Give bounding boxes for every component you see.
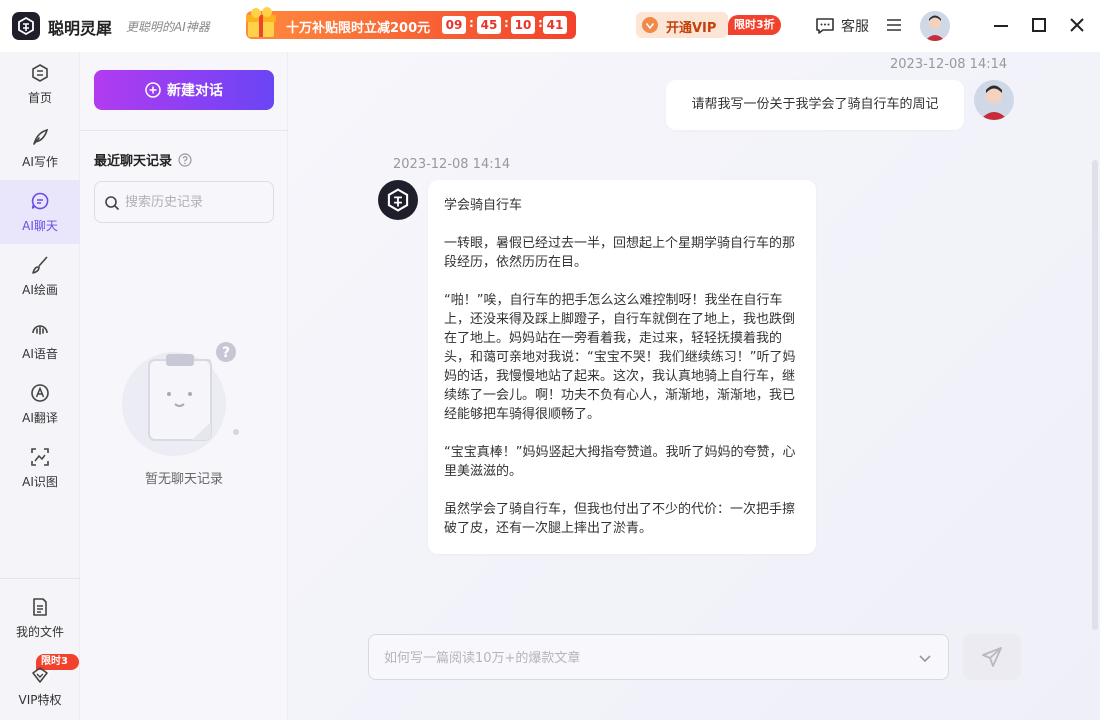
assistant-avatar: [378, 180, 418, 220]
nav-item-label: AI聊天: [22, 218, 58, 233]
nav-item-label: AI翻译: [22, 410, 58, 425]
timer-separator: :: [469, 16, 474, 30]
nav-item-vip[interactable]: VIP特权: [0, 656, 80, 716]
chat-service-icon: [816, 18, 834, 34]
feather-pen-icon: [33, 128, 49, 145]
user-message-bubble: 请帮我写一份关于我学会了骑自行车的周记: [666, 80, 964, 130]
history-panel: 新建对话 最近聊天记录 ? 暂无聊天记录: [80, 52, 288, 720]
vip-label: 开通VIP: [666, 21, 717, 36]
message-timestamp: 2023-12-08 14:14: [890, 57, 1008, 72]
new-chat-button[interactable]: 新建对话: [94, 70, 274, 110]
left-nav: 首页 AI写作 AI聊天 AI绘画 AI语音 AI翻译 AI识图 我的文件 限时…: [0, 52, 80, 720]
message-paragraph: 学会骑自行车: [444, 198, 523, 213]
chat-scrollbar[interactable]: [1092, 160, 1098, 630]
customer-service-button[interactable]: 客服: [815, 15, 869, 37]
user-avatar[interactable]: [920, 11, 950, 41]
history-title-text: 最近聊天记录: [94, 154, 173, 169]
nav-item-ai-translate[interactable]: AI翻译: [0, 372, 80, 436]
image-scan-icon: [31, 447, 49, 466]
title-bar: 聪明灵犀 更聪明的AI神器 十万补贴限时立减200元 09 : 45 : 10 …: [0, 0, 1100, 52]
home-icon: [32, 63, 48, 82]
timer-seconds: 10: [511, 16, 535, 34]
menu-icon[interactable]: [886, 18, 902, 32]
paint-brush-icon: [32, 255, 48, 274]
history-divider: [80, 130, 288, 131]
message-paragraph: “宝宝真棒！”妈妈竖起大拇指夸赞道。我听了妈妈的夸赞，心里美滋滋的。: [444, 445, 796, 479]
customer-service-label: 客服: [841, 19, 869, 35]
chat-bubble-icon: [31, 192, 49, 209]
maximize-icon[interactable]: [1028, 14, 1050, 36]
message-paragraph: “啪！”唉，自行车的把手怎么这么难控制呀！我坐在自行车上，还没来得及踩上脚蹬子，…: [444, 293, 796, 422]
timer-minutes: 45: [477, 16, 501, 34]
open-vip-button[interactable]: 开通VIP: [636, 12, 728, 38]
empty-clipboard-icon: ?: [122, 342, 239, 456]
vip-heart-icon: [642, 17, 658, 33]
plus-circle-icon: [145, 82, 161, 98]
nav-item-label: AI写作: [22, 154, 58, 169]
nav-item-label: AI绘画: [22, 282, 58, 297]
app-logo-icon: [12, 12, 40, 40]
nav-item-ai-painting[interactable]: AI绘画: [0, 244, 80, 308]
svg-text:?: ?: [222, 345, 230, 361]
history-search-input[interactable]: [125, 192, 265, 212]
close-icon[interactable]: [1066, 14, 1088, 36]
timer-centiseconds: 41: [543, 16, 567, 34]
nav-item-label: AI语音: [22, 346, 58, 361]
nav-divider: [0, 578, 80, 579]
nav-item-home[interactable]: 首页: [0, 52, 80, 116]
promo-text: 十万补贴限时立减200元: [286, 21, 431, 36]
timer-separator: :: [504, 16, 509, 30]
message-timestamp: 2023-12-08 14:14: [393, 157, 511, 172]
app-logo-icon: [387, 188, 409, 212]
vip-discount-badge: 限时3折: [728, 15, 781, 35]
nav-item-label: VIP特权: [18, 692, 62, 707]
assistant-message-bubble: 学会骑自行车 一转眼，暑假已经过去一半，回想起上个星期学骑自行车的那段经历，依然…: [428, 180, 816, 554]
message-paragraph: 虽然学会了骑自行车，但我也付出了不少的代价：一次把手擦破了皮，还有一次腿上摔出了…: [444, 502, 796, 536]
nav-item-ai-writing[interactable]: AI写作: [0, 116, 80, 180]
history-title: 最近聊天记录: [94, 150, 192, 169]
gift-icon: [246, 7, 276, 37]
file-icon: [33, 597, 47, 616]
translate-icon: [31, 383, 49, 402]
nav-item-ai-chat[interactable]: AI聊天: [0, 180, 80, 244]
chat-input-box[interactable]: [368, 634, 949, 680]
nav-item-label: 首页: [27, 90, 52, 105]
minimize-icon[interactable]: [990, 14, 1012, 36]
nav-item-label: AI识图: [22, 474, 58, 489]
search-icon: [105, 196, 120, 211]
app-slogan: 更聪明的AI神器: [126, 20, 210, 34]
user-message-avatar: [974, 80, 1014, 120]
send-icon: [982, 647, 1002, 667]
message-paragraph: 一转眼，暑假已经过去一半，回想起上个星期学骑自行车的那段经历，依然历历在目。: [444, 236, 796, 270]
voice-wave-icon: [32, 324, 48, 335]
new-chat-label: 新建对话: [167, 83, 223, 99]
nav-item-my-files[interactable]: 我的文件: [0, 588, 80, 648]
diamond-icon: [32, 666, 48, 683]
chat-area: 2023-12-08 14:14 请帮我写一份关于我学会了骑自行车的周记 202…: [288, 52, 1100, 720]
help-icon[interactable]: [178, 152, 192, 167]
promo-banner[interactable]: 十万补贴限时立减200元 09 : 45 : 10 : 41: [246, 7, 576, 39]
timer-hours: 09: [442, 16, 466, 34]
nav-item-ai-image-recognition[interactable]: AI识图: [0, 436, 80, 500]
nav-item-ai-voice[interactable]: AI语音: [0, 308, 80, 372]
send-button[interactable]: [963, 634, 1021, 680]
app-title: 聪明灵犀: [48, 19, 113, 38]
chat-input[interactable]: [384, 648, 904, 668]
chevron-down-icon[interactable]: [917, 650, 933, 666]
history-search[interactable]: [94, 181, 274, 223]
empty-history-text: 暂无聊天记录: [144, 472, 223, 487]
nav-item-label: 我的文件: [15, 624, 64, 639]
